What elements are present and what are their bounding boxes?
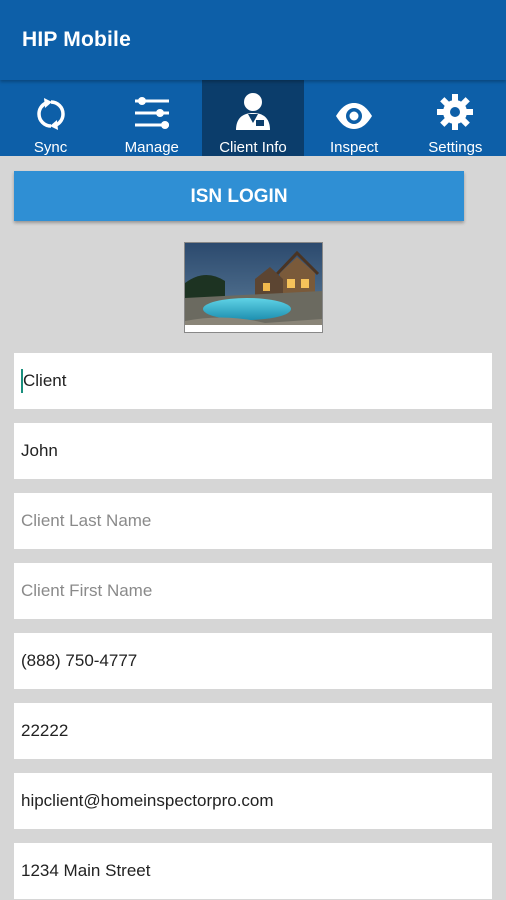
tab-inspect[interactable]: Inspect (304, 80, 405, 156)
client-first-name-placeholder: Client First Name (21, 581, 153, 600)
zip-input[interactable]: 22222 (14, 703, 492, 759)
tab-client-info[interactable]: Client Info (202, 80, 304, 156)
email-value: hipclient@homeinspectorpro.com (21, 791, 274, 810)
tab-label: Client Info (219, 139, 287, 156)
tab-manage[interactable]: Manage (101, 80, 202, 156)
sync-icon (34, 86, 68, 131)
tab-sync[interactable]: Sync (0, 80, 101, 156)
email-input[interactable]: hipclient@homeinspectorpro.com (14, 773, 492, 829)
property-photo[interactable] (183, 242, 323, 333)
address-value: 1234 Main Street (21, 861, 151, 880)
tab-label: Settings (428, 139, 483, 156)
name-value: John (21, 441, 58, 460)
eye-icon (334, 86, 374, 131)
tab-label: Inspect (329, 139, 379, 156)
client-last-name-placeholder: Client Last Name (21, 511, 152, 530)
tab-label: Sync (33, 139, 68, 156)
app-title: HIP Mobile (22, 28, 131, 51)
salutation-value: Client (23, 371, 67, 390)
first-name-display-input[interactable]: John (14, 423, 492, 479)
app-bar: HIP Mobile (0, 0, 506, 80)
person-icon (234, 86, 272, 131)
client-first-name-input[interactable]: Client First Name (14, 563, 492, 619)
tab-label: Manage (124, 139, 179, 156)
tab-bar: Sync Manage Client Info Inspect Settings (0, 80, 506, 156)
gear-icon (436, 86, 474, 131)
salutation-input[interactable]: Client (14, 353, 492, 409)
address-input[interactable]: 1234 Main Street (14, 843, 492, 899)
phone-input[interactable]: (888) 750-4777 (14, 633, 492, 689)
isn-login-button[interactable]: ISN LOGIN (14, 171, 464, 221)
sliders-icon (133, 86, 171, 131)
zip-value: 22222 (21, 721, 69, 740)
tab-settings[interactable]: Settings (405, 80, 506, 156)
client-last-name-input[interactable]: Client Last Name (14, 493, 492, 549)
phone-value: (888) 750-4777 (21, 651, 138, 670)
